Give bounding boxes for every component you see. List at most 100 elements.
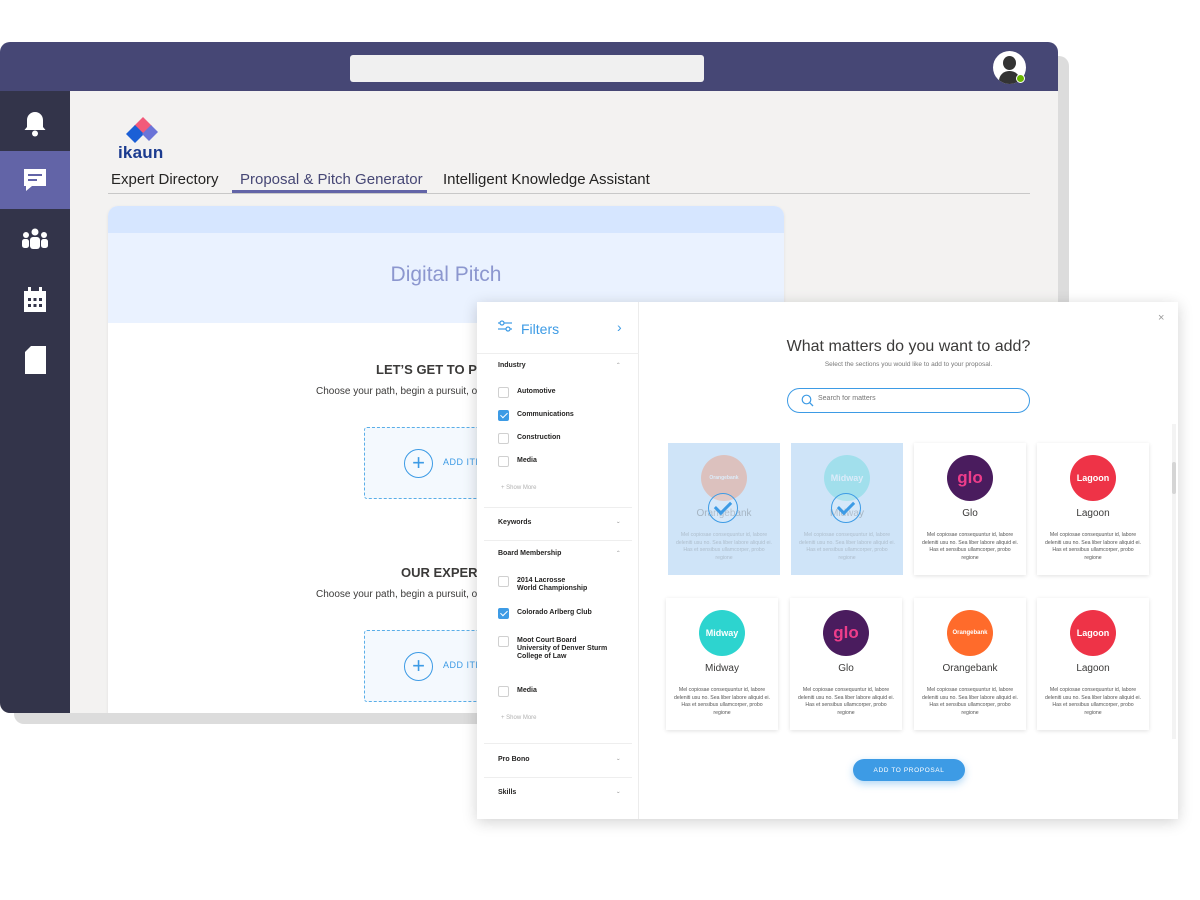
orangebank-logo-icon: Orangebank (947, 610, 993, 656)
chevron-down-icon[interactable]: ˇ (617, 791, 620, 800)
bell-icon (24, 112, 46, 137)
plus-icon: + (404, 652, 433, 681)
search-input[interactable] (818, 395, 1018, 402)
scrollbar-thumb[interactable] (1172, 462, 1176, 494)
filter-label: Construction (517, 434, 561, 441)
divider (484, 743, 632, 744)
matter-card-midway[interactable]: Midway Midway Mel copiosae consequuntur … (791, 443, 903, 575)
show-more-link[interactable]: + Show More (501, 715, 537, 721)
filter-group-keywords[interactable]: Keywords (498, 519, 531, 526)
section-subtitle-our-experts: Choose your path, begin a pursuit, or (316, 589, 481, 600)
checkmark-icon[interactable] (708, 493, 738, 523)
avatar-head (1003, 56, 1016, 70)
matter-description: Mel copiosae consequuntur id, labore del… (1044, 532, 1142, 561)
glo-logo-icon: glo (947, 455, 993, 501)
matter-description: Mel copiosae consequuntur id, labore del… (921, 532, 1019, 561)
matter-card-glo[interactable]: glo Glo Mel copiosae consequuntur id, la… (914, 443, 1026, 575)
checkbox[interactable] (498, 686, 509, 697)
rail-item-chat[interactable] (0, 151, 70, 209)
chevron-up-icon[interactable]: ˆ (617, 550, 620, 559)
matter-name: Lagoon (1076, 508, 1110, 519)
filter-group-board-membership[interactable]: Board Membership (498, 550, 561, 557)
divider (484, 507, 632, 508)
matter-description: Mel copiosae consequuntur id, labore del… (798, 532, 896, 561)
checkbox[interactable] (498, 456, 509, 467)
tab-expert-directory[interactable]: Expert Directory (111, 171, 219, 188)
logo-text: ikaun (118, 143, 164, 162)
matter-description: Mel copiosae consequuntur id, labore del… (1044, 687, 1142, 716)
filter-group-skills[interactable]: Skills (498, 789, 516, 796)
filter-label: 2014 Lacrosse World Championship (517, 577, 588, 592)
show-more-link[interactable]: + Show More (501, 485, 537, 491)
app-rail (0, 91, 70, 713)
chevron-up-icon[interactable]: ˆ (617, 362, 620, 371)
rail-item-activity[interactable] (0, 95, 70, 153)
matter-description: Mel copiosae consequuntur id, labore del… (673, 687, 771, 716)
checkbox-checked[interactable] (498, 410, 509, 421)
section-title-our-experts: OUR EXPERT (401, 565, 486, 580)
checkbox-checked[interactable] (498, 608, 509, 619)
tab-intelligent-knowledge-assistant[interactable]: Intelligent Knowledge Assistant (443, 171, 650, 188)
matter-description: Mel copiosae consequuntur id, labore del… (797, 687, 895, 716)
matter-name: Midway (705, 663, 739, 674)
plus-icon: + (404, 449, 433, 478)
midway-logo-icon: Midway (699, 610, 745, 656)
matter-card-glo[interactable]: glo Glo Mel copiosae consequuntur id, la… (790, 598, 902, 730)
checkmark-icon[interactable] (831, 493, 861, 523)
filter-group-pro-bono[interactable]: Pro Bono (498, 756, 530, 763)
matter-description: Mel copiosae consequuntur id, labore del… (921, 687, 1019, 716)
pitch-header-band (108, 206, 784, 233)
filter-group-industry[interactable]: Industry (498, 362, 526, 369)
filters-header[interactable]: Filters › (477, 302, 639, 354)
title-bar (0, 42, 1058, 91)
glo-logo-icon: glo (823, 610, 869, 656)
filter-label: Colorado Arlberg Club (517, 609, 592, 616)
top-search-bar[interactable] (350, 55, 704, 82)
checkbox[interactable] (498, 576, 509, 587)
matter-card-lagoon[interactable]: Lagoon Lagoon Mel copiosae consequuntur … (1037, 443, 1149, 575)
checkbox[interactable] (498, 433, 509, 444)
add-matters-modal: Filters › Industry ˆ Automotive Communic… (477, 302, 1178, 819)
matter-card-orangebank[interactable]: Orangebank Orangebank Mel copiosae conse… (668, 443, 780, 575)
rail-item-teams[interactable] (0, 211, 70, 269)
teams-icon (22, 228, 48, 249)
section-title-get-started: LET’S GET TO P (376, 362, 477, 377)
filters-panel: Filters › Industry ˆ Automotive Communic… (477, 302, 639, 819)
matter-name: Glo (962, 508, 978, 519)
add-to-proposal-button[interactable]: ADD TO PROPOSAL (853, 759, 965, 781)
chat-icon (24, 169, 46, 191)
chevron-down-icon[interactable]: ˇ (617, 521, 620, 530)
matter-card-midway[interactable]: Midway Midway Mel copiosae consequuntur … (666, 598, 778, 730)
pitch-title: Digital Pitch (390, 263, 502, 286)
tab-proposal-pitch-generator[interactable]: Proposal & Pitch Generator (240, 171, 423, 188)
active-tab-indicator (232, 190, 427, 193)
filter-label: Moot Court Board University of Denver St… (517, 637, 608, 660)
presence-status-icon (1016, 74, 1025, 83)
matter-name: Orangebank (942, 663, 998, 674)
modal-subtitle: Select the sections you would like to ad… (824, 361, 993, 368)
checkbox[interactable] (498, 387, 509, 398)
matter-name: Lagoon (1076, 663, 1110, 674)
matter-card-orangebank[interactable]: Orangebank Orangebank Mel copiosae conse… (914, 598, 1026, 730)
section-subtitle-get-started: Choose your path, begin a pursuit, or (316, 386, 481, 397)
rail-item-calendar[interactable] (0, 271, 70, 329)
matters-search[interactable] (787, 388, 1030, 413)
filter-label: Communications (517, 411, 574, 418)
modal-title: What matters do you want to add? (786, 338, 1031, 355)
matter-description: Mel copiosae consequuntur id, labore del… (675, 532, 773, 561)
matter-name: Glo (838, 663, 854, 674)
rail-item-files[interactable] (0, 331, 70, 389)
chevron-down-icon[interactable]: ˇ (617, 758, 620, 767)
calendar-icon (24, 287, 46, 312)
chevron-right-icon[interactable]: › (617, 319, 622, 335)
files-icon (25, 346, 46, 374)
matter-card-lagoon[interactable]: Lagoon Lagoon Mel copiosae consequuntur … (1037, 598, 1149, 730)
filters-title: Filters (521, 321, 560, 337)
close-icon[interactable]: × (1158, 312, 1164, 324)
divider (484, 540, 632, 541)
lagoon-logo-icon: Lagoon (1070, 455, 1116, 501)
search-icon (801, 394, 814, 407)
filter-label: Media (517, 687, 537, 694)
sliders-icon (498, 320, 512, 332)
checkbox[interactable] (498, 636, 509, 647)
